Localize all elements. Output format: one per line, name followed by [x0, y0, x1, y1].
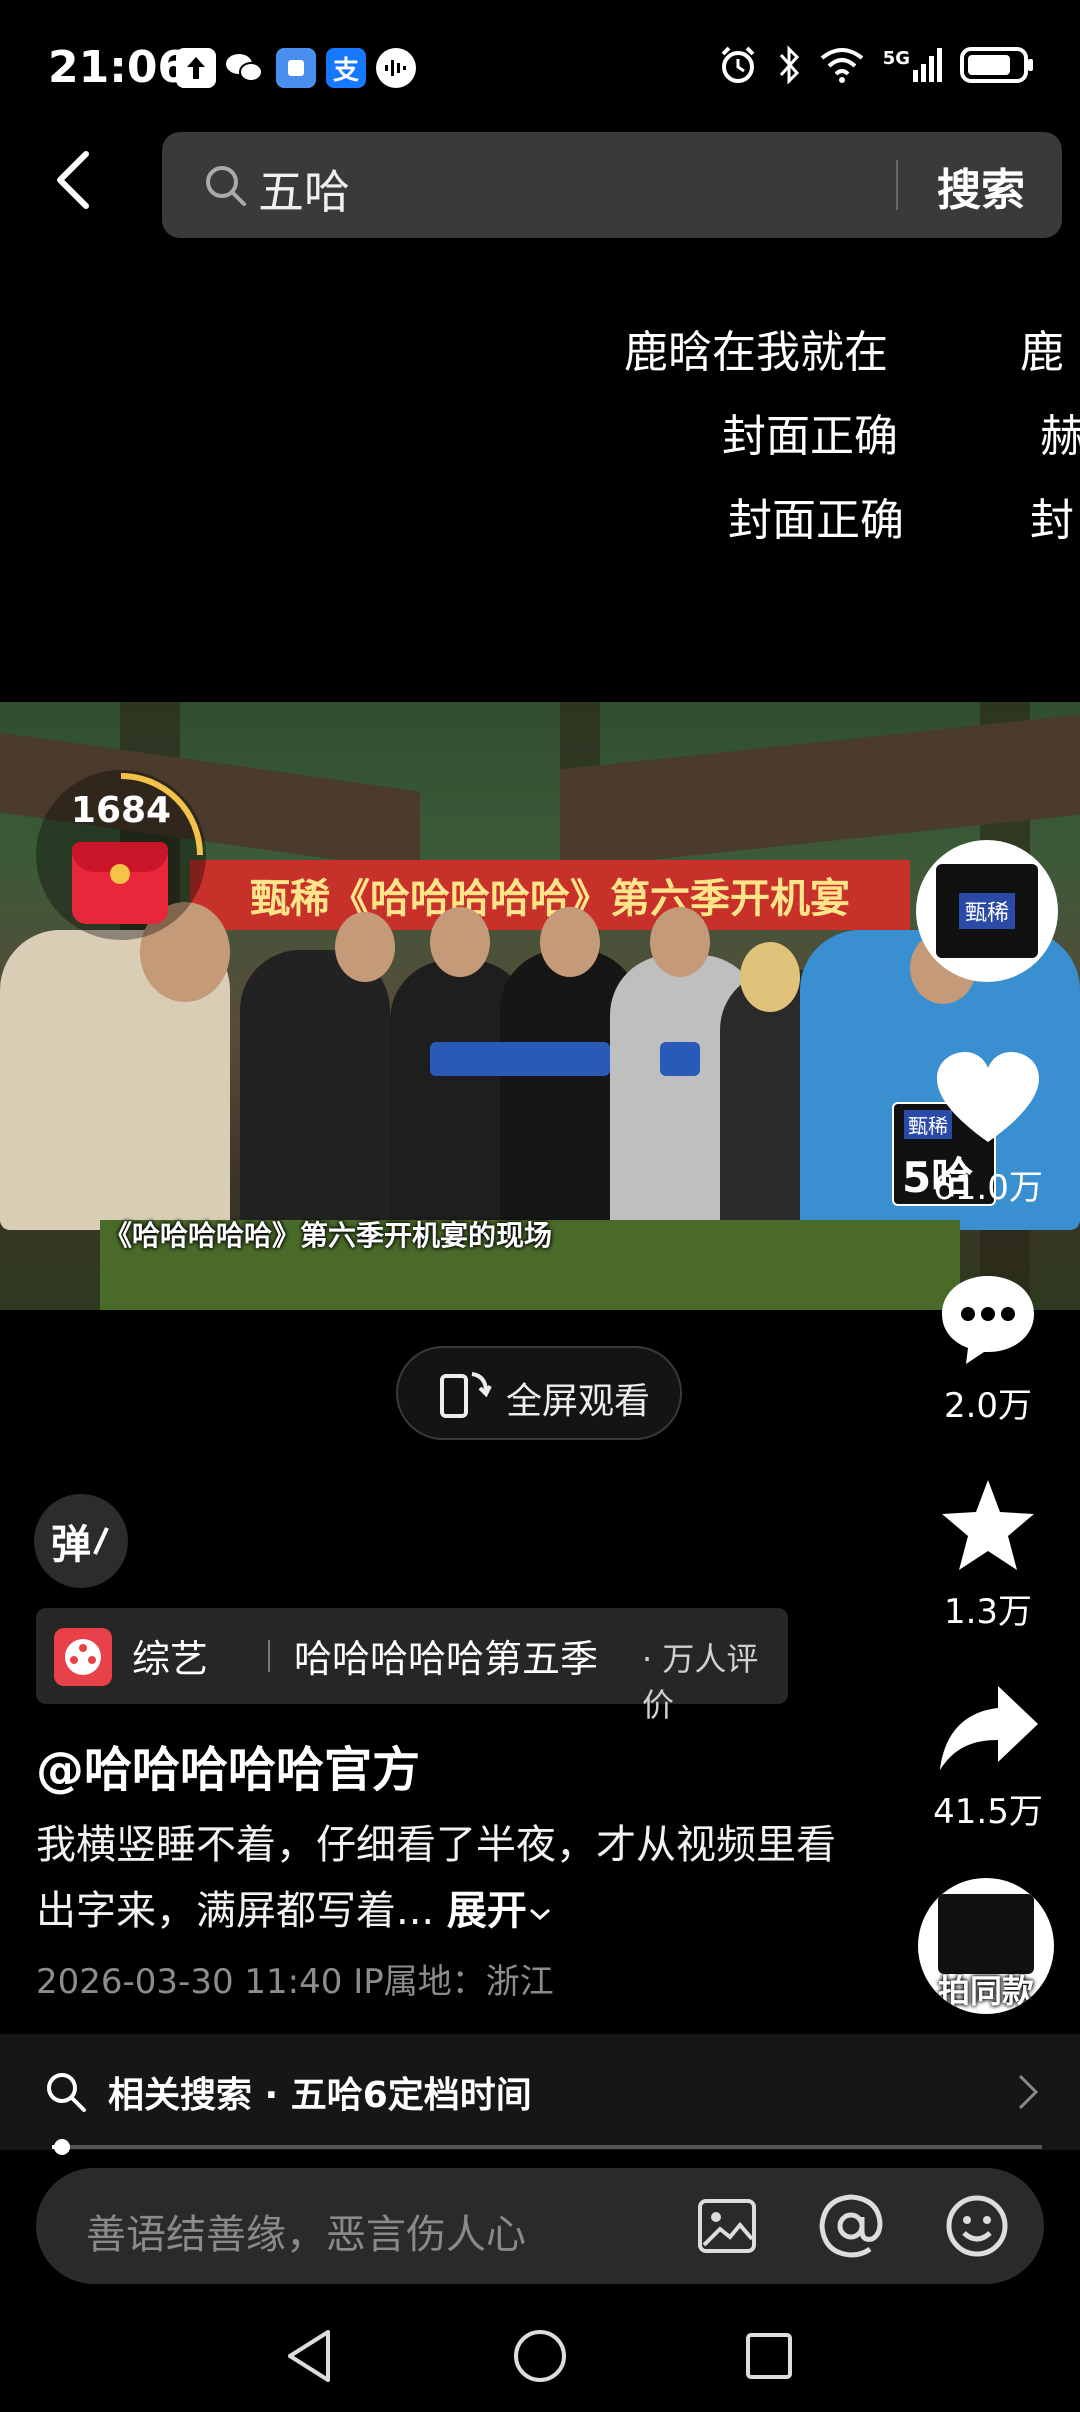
related-search-bar[interactable]: 相关搜索 · 五哈6定档时间: [0, 2034, 1080, 2150]
red-envelope-icon: [72, 842, 168, 924]
comment-button[interactable]: 2.0万: [900, 1272, 1076, 1427]
status-time: 21:06: [48, 42, 189, 93]
related-search-text: 相关搜索 · 五哈6定档时间: [108, 2075, 532, 2116]
comment-icon: [942, 1276, 1034, 1364]
nav-home-icon[interactable]: [512, 2328, 568, 2384]
search-divider: [896, 160, 898, 210]
danmaku-toggle-label: 弹: [51, 1522, 91, 1568]
alipay-icon: 支: [326, 48, 366, 88]
tag-title: 哈哈哈哈哈第五季: [294, 1637, 599, 1681]
network-type: 5G: [882, 48, 910, 69]
danmaku-slash-icon: [93, 1527, 109, 1555]
danmaku-item: 赫: [1040, 411, 1080, 462]
app-icon: [276, 48, 316, 88]
tag-category: 综艺: [132, 1637, 209, 1681]
progress-handle[interactable]: [53, 2139, 70, 2155]
system-nav-bar: [0, 2300, 1080, 2412]
tag-divider: [268, 1640, 270, 1672]
fullscreen-label: 全屏观看: [506, 1381, 651, 1422]
author-name[interactable]: @哈哈哈哈哈官方: [36, 1730, 420, 1800]
rotate-screen-icon: [440, 1372, 492, 1418]
share-count: 41.5万: [933, 1792, 1043, 1832]
like-count: 61.0万: [933, 1168, 1043, 1208]
video-person: [240, 950, 390, 1230]
at-mention-icon[interactable]: [818, 2193, 884, 2259]
same-style-label: 拍同款: [937, 1972, 1034, 2010]
avatar-label: 甄稀: [958, 893, 1015, 929]
share-button[interactable]: 41.5万: [900, 1684, 1076, 1833]
search-icon: [47, 2073, 86, 2112]
image-icon[interactable]: [696, 2195, 758, 2257]
avatar-logo: 甄稀: [936, 864, 1038, 958]
back-button[interactable]: [52, 150, 112, 220]
alarm-icon: [721, 46, 755, 83]
comment-placeholder: 善语结善缘，恶言伤人心: [86, 2212, 526, 2258]
toast-cups: [430, 1042, 610, 1076]
search-query: 五哈: [258, 165, 350, 219]
chevron-right-icon: [1018, 2074, 1039, 2110]
red-packet-timer[interactable]: 1684: [36, 770, 206, 940]
search-icon: [206, 166, 246, 206]
same-style-thumb: [938, 1894, 1034, 1974]
chevron-down-icon: [529, 1908, 550, 1921]
fullscreen-button[interactable]: 全屏观看: [396, 1346, 682, 1440]
author-avatar[interactable]: 甄稀: [916, 840, 1058, 982]
video-caption: 《哈哈哈哈哈》第六季开机宴的现场: [104, 1219, 553, 1252]
status-bar: 21:06 支 5G: [0, 0, 1080, 130]
nav-back-icon[interactable]: [284, 2328, 336, 2384]
danmaku-item: 鹿晗在我就在: [624, 327, 888, 378]
film-reel-icon: [54, 1628, 112, 1686]
red-packet-count: 1684: [70, 790, 172, 831]
toast-cup: [660, 1042, 700, 1076]
wechat-icon: [224, 48, 264, 88]
comment-count: 2.0万: [943, 1386, 1033, 1426]
voice-icon: [376, 48, 416, 88]
tag-rating: · 万人评价: [642, 1640, 759, 1724]
star-icon: [942, 1480, 1034, 1570]
bluetooth-icon: [779, 45, 799, 85]
danmaku-item: 鹿: [1020, 327, 1064, 378]
back-arrow-icon: [57, 151, 89, 209]
favorite-count: 1.3万: [943, 1592, 1033, 1632]
video-person-head: [540, 907, 600, 977]
variety-tag-card[interactable]: 综艺 哈哈哈哈哈第五季 · 万人评价: [36, 1608, 788, 1724]
video-person-head: [430, 907, 490, 977]
comment-input[interactable]: 善语结善缘，恶言伤人心: [36, 2168, 1044, 2284]
like-button[interactable]: 61.0万: [900, 1050, 1076, 1209]
description-text: 我横竖睡不着，仔细看了半夜，才从视频里看出字来，满屏都写着...: [36, 1822, 836, 1934]
danmaku-toggle-button[interactable]: 弹: [34, 1494, 128, 1588]
post-description: 我横竖睡不着，仔细看了半夜，才从视频里看出字来，满屏都写着... 展开: [36, 1812, 856, 1944]
share-arrow-icon: [940, 1686, 1038, 1770]
favorite-button[interactable]: 1.3万: [900, 1478, 1076, 1633]
emoji-icon[interactable]: [944, 2193, 1010, 2259]
search-button[interactable]: 搜索: [937, 154, 1025, 218]
nav-recents-icon[interactable]: [744, 2331, 794, 2381]
5g-signal-icon: 5G: [883, 48, 942, 82]
heart-icon: [937, 1052, 1039, 1142]
danmaku-item: 封: [1030, 495, 1074, 546]
battery-icon: [960, 47, 1033, 83]
video-progress-bar[interactable]: [52, 2139, 1042, 2155]
search-input[interactable]: 五哈 搜索: [162, 132, 1062, 238]
video-person-head: [740, 942, 800, 1012]
danmaku-item: 封面正确: [728, 495, 904, 546]
video-person-head: [650, 907, 710, 977]
upload-icon: [176, 48, 216, 88]
expand-button[interactable]: 展开: [447, 1888, 553, 1934]
wifi-icon: [820, 48, 863, 83]
video-person-head: [335, 912, 395, 982]
expand-label: 展开: [446, 1888, 527, 1934]
same-style-button[interactable]: 拍同款: [918, 1878, 1054, 2014]
post-meta: 2026-03-30 11:40 IP属地：浙江: [36, 1962, 554, 2002]
danmaku-item: 封面正确: [722, 411, 898, 462]
status-icons: 5G: [717, 44, 1036, 86]
